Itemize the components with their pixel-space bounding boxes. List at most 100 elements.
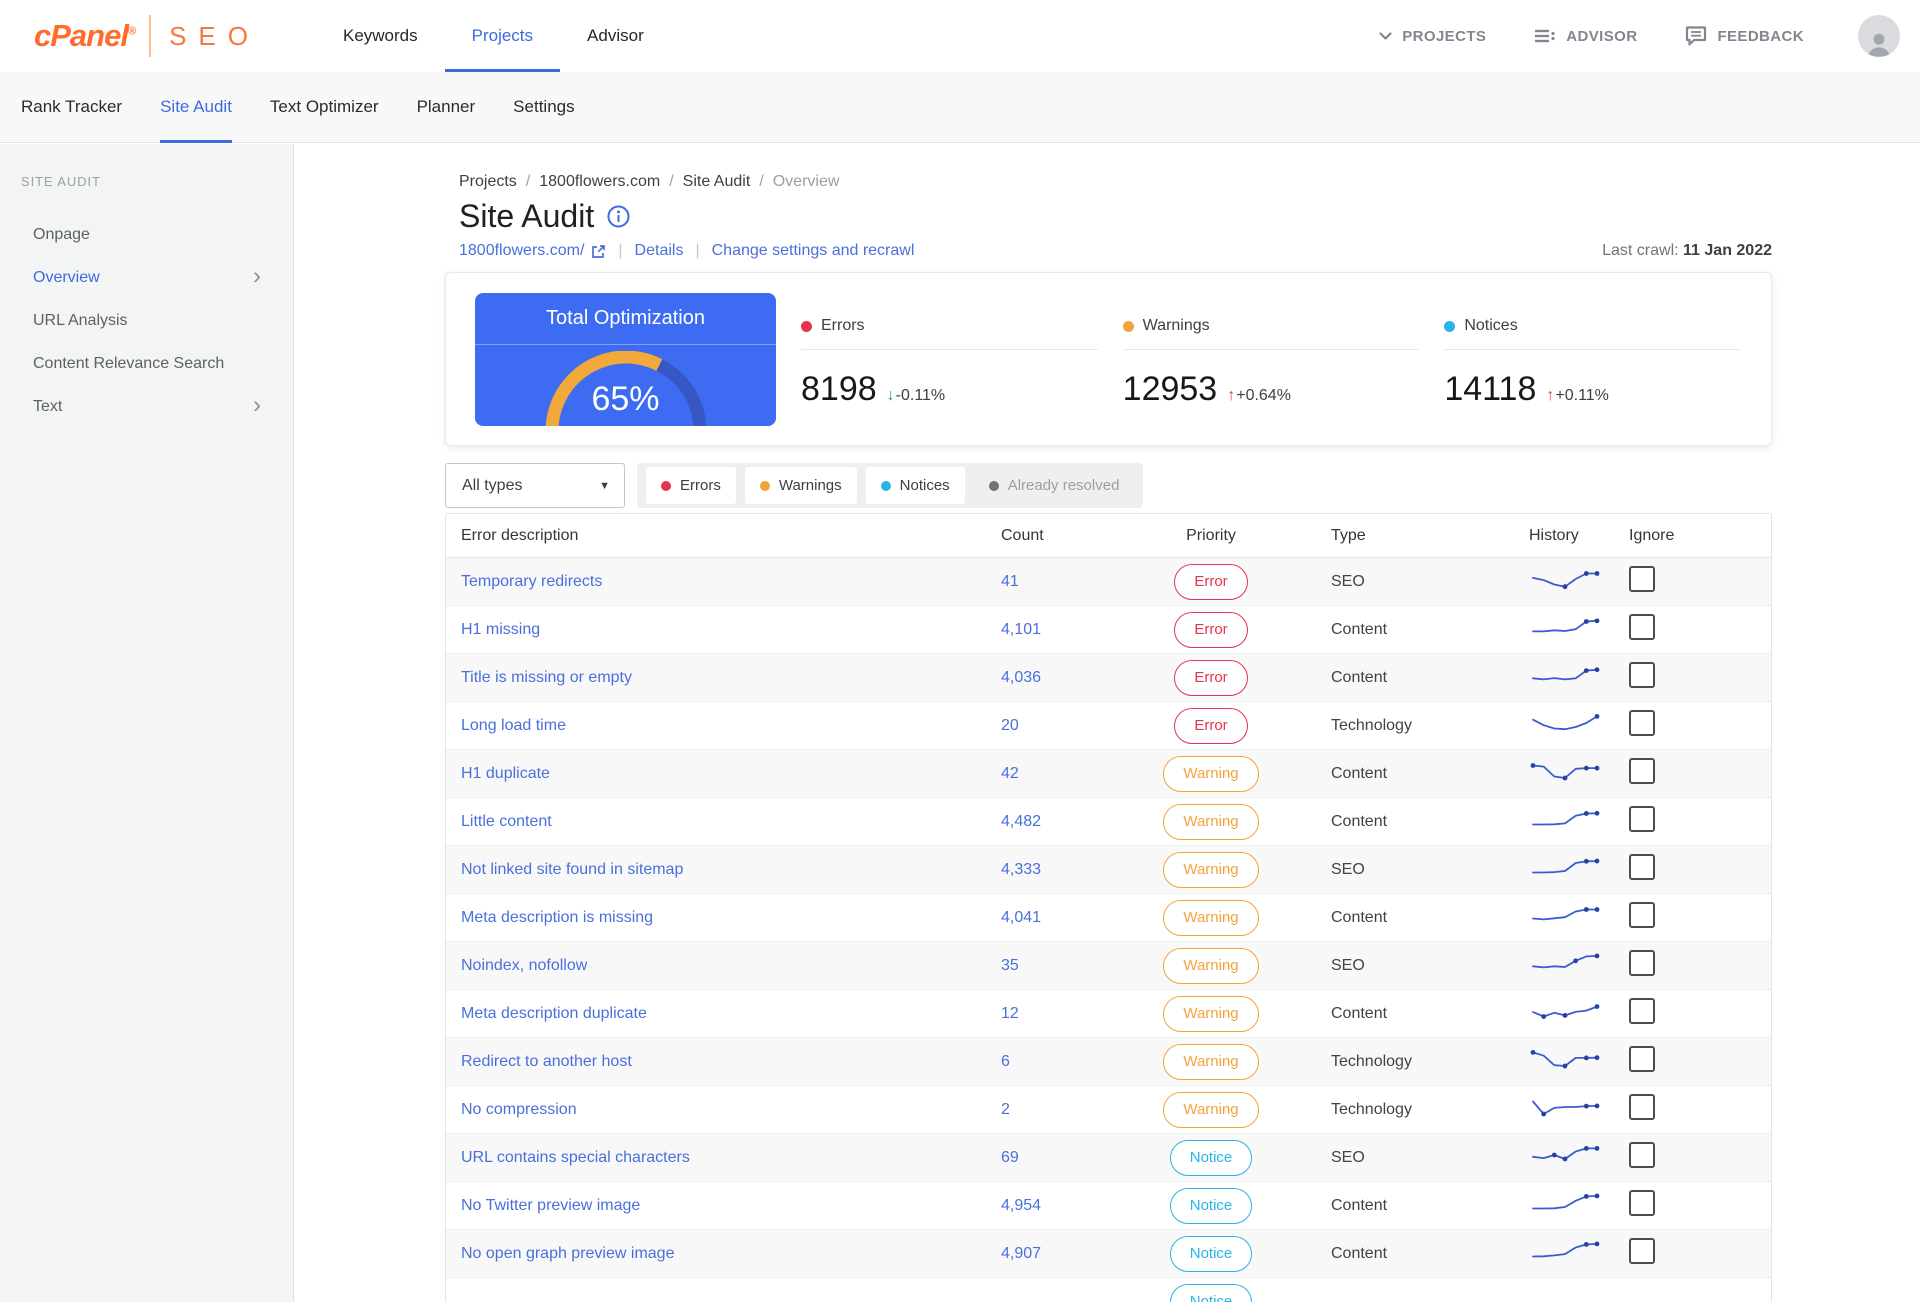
issue-count-link[interactable]: 4,101 (1001, 621, 1041, 638)
sidebar-item-label: URL Analysis (33, 311, 128, 329)
issue-description-link[interactable]: Not linked site found in sitemap (461, 861, 683, 878)
history-sparkline (1529, 804, 1629, 839)
issue-description-link[interactable]: Noindex, nofollow (461, 957, 587, 974)
ignore-checkbox[interactable] (1629, 1238, 1655, 1264)
tab-text-optimizer[interactable]: Text Optimizer (270, 72, 379, 143)
issue-count-link[interactable]: 41 (1001, 573, 1019, 590)
last-crawl-date: 11 Jan 2022 (1683, 242, 1772, 259)
issue-description-link[interactable]: No compression (461, 1101, 577, 1118)
issue-count-link[interactable]: 6 (1001, 1053, 1010, 1070)
sidebar-item-overview[interactable]: Overview › (0, 256, 293, 299)
issue-description-link[interactable]: Meta description duplicate (461, 1005, 647, 1022)
filter-chip-warnings[interactable]: Warnings (744, 467, 857, 504)
feedback-bubble-icon (1686, 26, 1707, 46)
ignore-checkbox[interactable] (1629, 614, 1655, 640)
issue-description-link[interactable]: No Twitter preview image (461, 1197, 640, 1214)
issue-description-link[interactable]: H1 missing (461, 621, 540, 638)
sidebar-item-label: Text (33, 397, 63, 415)
issue-count-link[interactable]: 2 (1001, 1101, 1010, 1118)
issue-description-link[interactable]: Temporary redirects (461, 573, 602, 590)
breadcrumb-1800flowers-com[interactable]: 1800flowers.com (539, 173, 660, 191)
breadcrumb-site-audit[interactable]: Site Audit (683, 173, 751, 191)
filter-chip-notices[interactable]: Notices (865, 467, 965, 504)
ignore-checkbox[interactable] (1629, 998, 1655, 1024)
table-row: Meta description duplicate 12 Warning Co… (446, 990, 1771, 1038)
issue-count-link[interactable]: 4,041 (1001, 909, 1041, 926)
user-avatar[interactable] (1858, 15, 1900, 57)
table-row: Not linked site found in sitemap 4,333 W… (446, 846, 1771, 894)
issue-count-link[interactable]: 4,482 (1001, 813, 1041, 830)
change-settings-recrawl-link[interactable]: Change settings and recrawl (712, 242, 915, 260)
stat-notices: Notices 14118 ↑ +0.11% (1444, 293, 1742, 426)
issue-count-link[interactable]: 20 (1001, 717, 1019, 734)
issue-type: Content (1331, 908, 1388, 926)
issue-description-link[interactable]: Title is missing or empty (461, 669, 632, 686)
tab-site-audit[interactable]: Site Audit (160, 72, 232, 143)
filter-chip-already-resolved[interactable]: Already resolved (974, 467, 1135, 504)
issue-count-link[interactable]: 4,333 (1001, 861, 1041, 878)
issue-count-link[interactable]: 69 (1001, 1149, 1019, 1166)
issue-count-link[interactable]: 4,036 (1001, 669, 1041, 686)
issue-description-link[interactable]: No open graph preview image (461, 1245, 674, 1262)
site-url-link[interactable]: 1800flowers.com/ (459, 242, 606, 260)
header-actions: PROJECTS ADVISOR FEEDBACK (1379, 15, 1900, 57)
ignore-checkbox[interactable] (1629, 662, 1655, 688)
issue-count-link[interactable]: 4,907 (1001, 1245, 1041, 1262)
issue-description-link[interactable]: Little content (461, 813, 552, 830)
summary-stats: Errors 8198 ↓ -0.11% Warnings 12953 ↑ +0… (801, 293, 1742, 426)
nav-advisor[interactable]: Advisor (560, 0, 671, 72)
ignore-checkbox[interactable] (1629, 1046, 1655, 1072)
table-row: Meta description is missing 4,041 Warnin… (446, 894, 1771, 942)
issue-filter-group: Errors Warnings Notices Already resolved (637, 463, 1144, 508)
issue-count-link[interactable]: 4,954 (1001, 1197, 1041, 1214)
filter-chip-errors[interactable]: Errors (646, 467, 736, 504)
priority-badge: Notice (1169, 1139, 1253, 1176)
details-link[interactable]: Details (635, 242, 684, 260)
tab-rank-tracker[interactable]: Rank Tracker (21, 72, 122, 143)
type-filter-select[interactable]: All types ▼ (445, 463, 625, 508)
ignore-checkbox[interactable] (1629, 854, 1655, 880)
priority-badge: Warning (1163, 947, 1259, 984)
nav-keywords[interactable]: Keywords (316, 0, 445, 72)
issue-count-link[interactable]: 42 (1001, 765, 1019, 782)
issue-description-link[interactable]: Meta description is missing (461, 909, 653, 926)
breadcrumb-projects[interactable]: Projects (459, 173, 517, 191)
nav-projects[interactable]: Projects (444, 0, 561, 72)
feedback-button[interactable]: FEEDBACK (1685, 26, 1804, 46)
sidebar-item-url-analysis[interactable]: URL Analysis (0, 299, 293, 342)
advisor-button[interactable]: ADVISOR (1534, 28, 1637, 45)
projects-switcher-button[interactable]: PROJECTS (1379, 28, 1486, 45)
sidebar-item-content-relevance-search[interactable]: Content Relevance Search (0, 342, 293, 385)
issue-description-link[interactable]: Long load time (461, 717, 566, 734)
ignore-checkbox[interactable] (1629, 758, 1655, 784)
ignore-checkbox[interactable] (1629, 902, 1655, 928)
sidebar-item-text[interactable]: Text › (0, 385, 293, 428)
ignore-checkbox[interactable] (1629, 950, 1655, 976)
app-header: cPanel® SEO Keywords Projects Advisor PROJ… (0, 0, 1920, 72)
issue-description-link[interactable]: Redirect to another host (461, 1053, 632, 1070)
issue-count-link[interactable]: 35 (1001, 957, 1019, 974)
issue-description-link[interactable]: URL contains special characters (461, 1149, 690, 1166)
stat-value: 12953 (1122, 370, 1218, 408)
logo-divider (149, 15, 152, 57)
history-sparkline (1529, 852, 1629, 887)
ignore-checkbox[interactable] (1629, 566, 1655, 592)
ignore-checkbox[interactable] (1629, 806, 1655, 832)
issue-count-link[interactable]: 12 (1001, 1005, 1019, 1022)
sidebar-item-onpage[interactable]: Onpage (0, 213, 293, 256)
issue-type: Content (1331, 1196, 1388, 1214)
stat-label: Notices (1464, 317, 1518, 334)
table-row: Temporary redirects 41 Error SEO (446, 558, 1771, 606)
ignore-checkbox[interactable] (1629, 1190, 1655, 1216)
priority-badge: Error (1174, 563, 1248, 600)
cpanel-seo-logo[interactable]: cPanel® SEO (34, 15, 260, 57)
gauge-title: Total Optimization (475, 293, 776, 345)
tab-planner[interactable]: Planner (417, 72, 476, 143)
issue-description-link[interactable]: H1 duplicate (461, 765, 550, 782)
info-icon[interactable] (607, 205, 630, 228)
ignore-checkbox[interactable] (1629, 1094, 1655, 1120)
priority-badge: Error (1174, 659, 1248, 696)
ignore-checkbox[interactable] (1629, 1142, 1655, 1168)
tab-settings[interactable]: Settings (513, 72, 574, 143)
ignore-checkbox[interactable] (1629, 710, 1655, 736)
